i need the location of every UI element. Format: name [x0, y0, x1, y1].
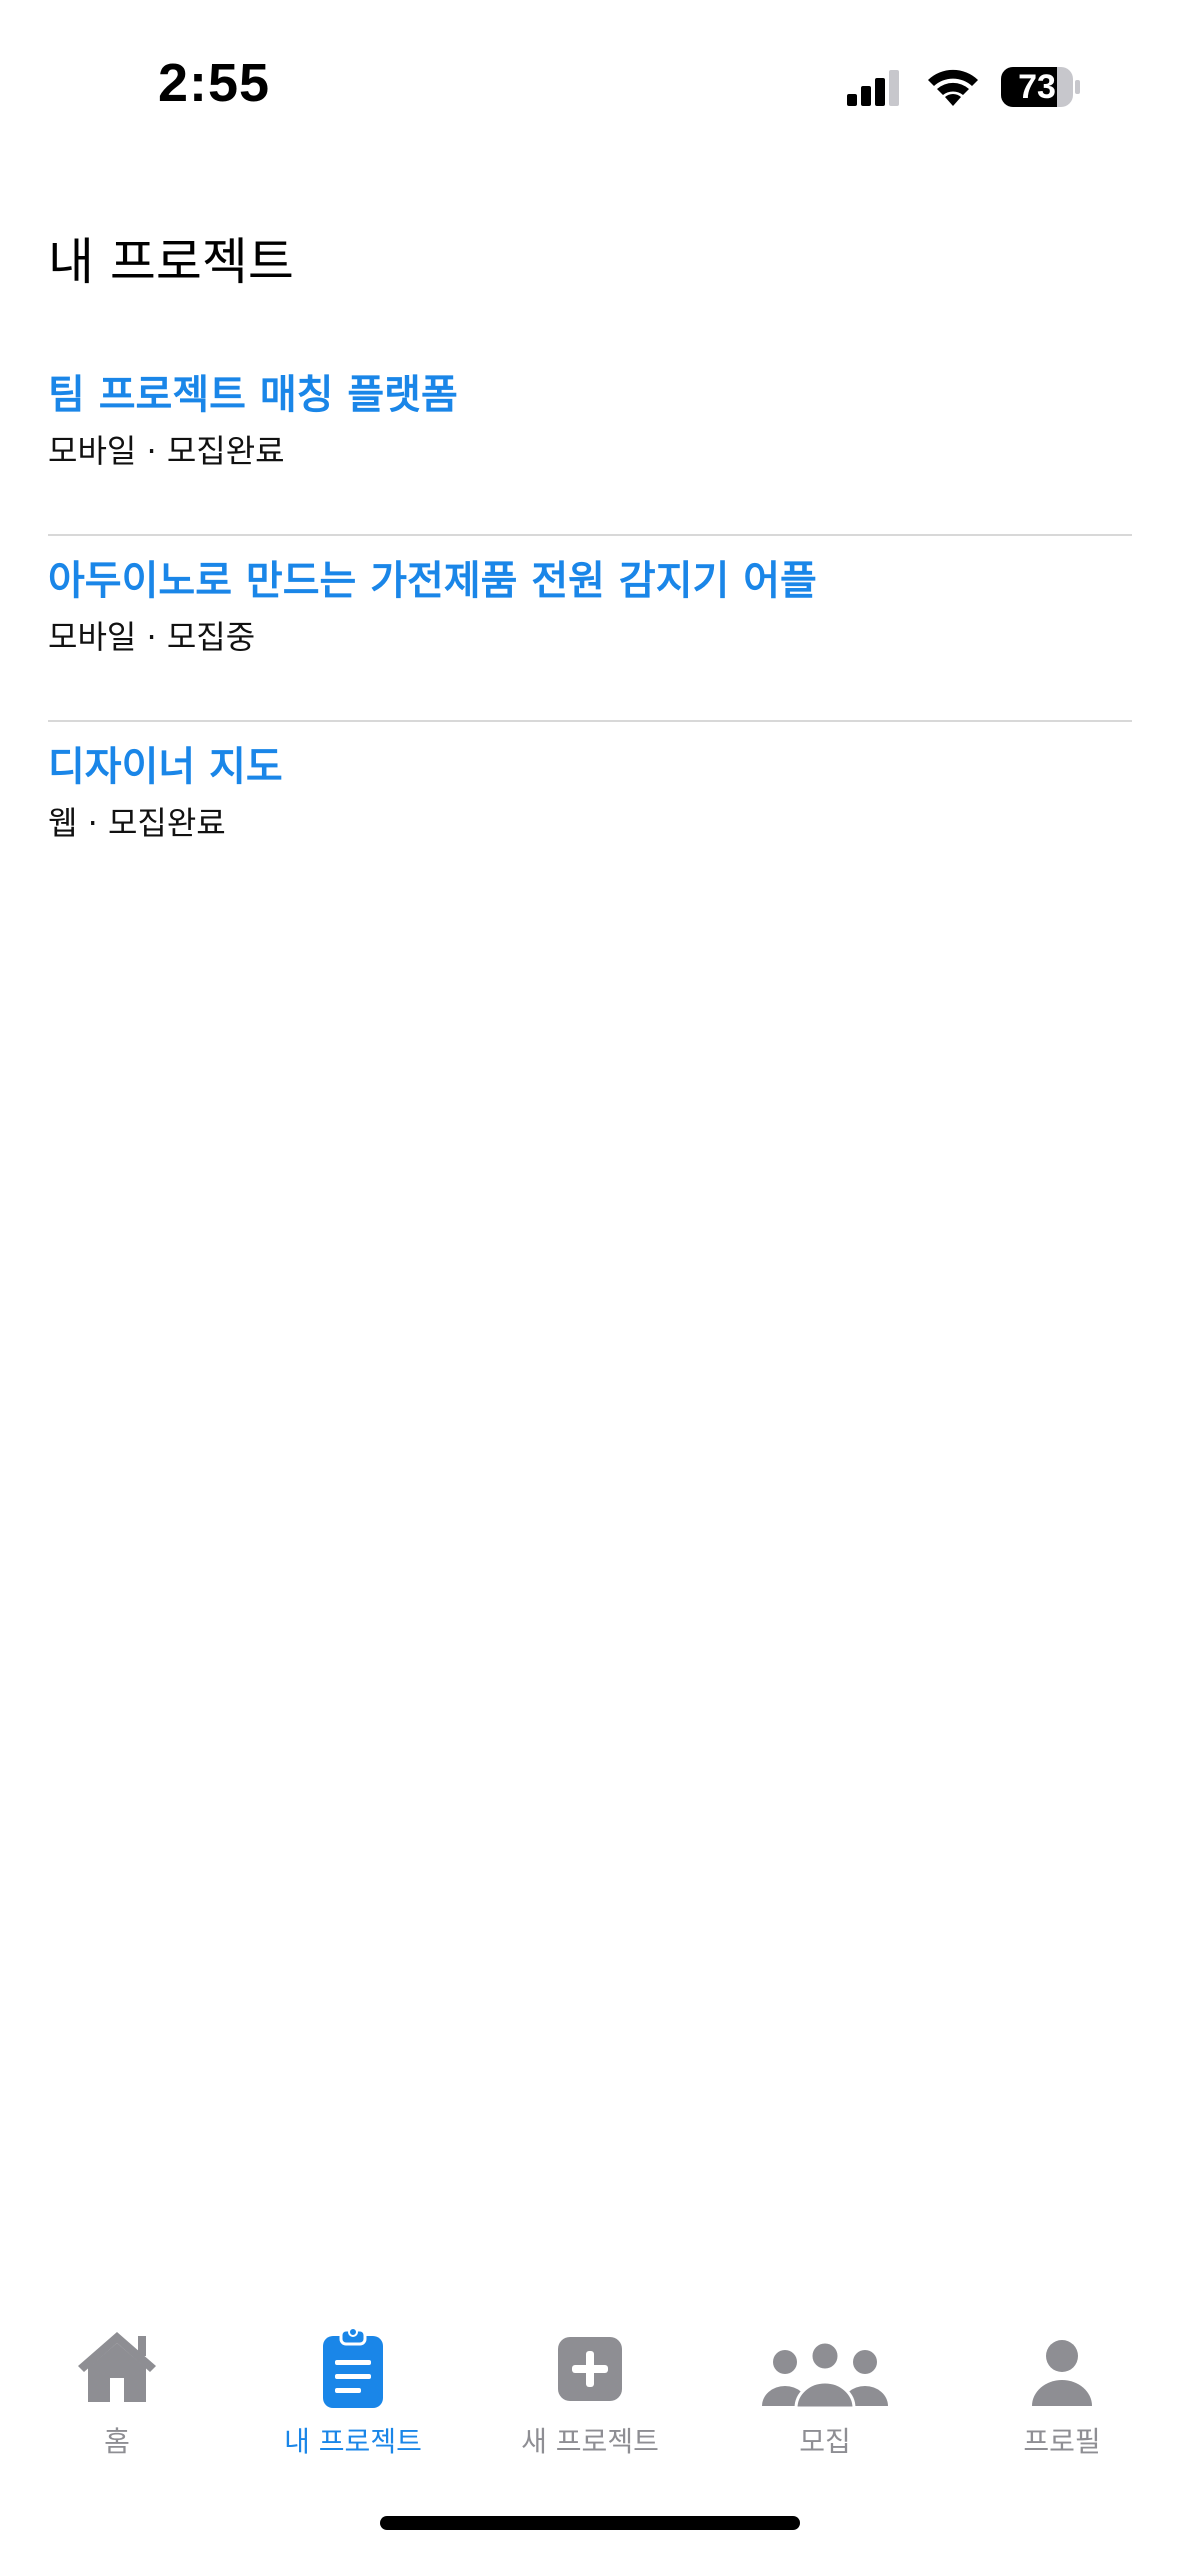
project-list-item[interactable]: 팀 프로젝트 매칭 플랫폼 모바일 · 모집완료 — [48, 350, 1132, 536]
tab-label: 내 프로젝트 — [284, 2425, 422, 2458]
tab-label: 프로필 — [1023, 2425, 1101, 2458]
project-title[interactable]: 팀 프로젝트 매칭 플랫폼 — [48, 362, 458, 420]
project-title[interactable]: 아두이노로 만드는 가전제품 전원 감지기 어플 — [48, 548, 817, 606]
home-indicator[interactable] — [380, 2516, 800, 2530]
tab-profile[interactable]: 프로필 — [962, 2310, 1162, 2460]
project-meta: 모바일 · 모집완료 — [48, 432, 285, 470]
project-list-item[interactable]: 디자이너 지도 웹 · 모집완료 — [48, 722, 1132, 908]
project-meta: 모바일 · 모집중 — [48, 618, 256, 656]
tab-label: 모집 — [799, 2425, 851, 2458]
house-icon — [78, 2332, 156, 2402]
project-meta: 웹 · 모집완료 — [48, 804, 226, 842]
status-bar: 2:55 73 — [0, 0, 1179, 160]
cellular-signal-icon — [847, 70, 899, 106]
clipboard-icon — [323, 2327, 383, 2408]
battery-level: 73 — [1018, 68, 1056, 106]
tab-home[interactable]: 홈 — [17, 2310, 217, 2460]
tab-label: 새 프로젝트 — [521, 2425, 659, 2458]
page-title: 내 프로젝트 — [48, 233, 294, 291]
tab-new-project[interactable]: 새 프로젝트 — [490, 2310, 690, 2460]
tab-my-projects[interactable]: 내 프로젝트 — [253, 2310, 453, 2460]
tab-label: 홈 — [104, 2425, 130, 2458]
tab-recruit[interactable]: 모집 — [725, 2310, 925, 2460]
plus-square-icon — [558, 2337, 622, 2401]
project-list: 팀 프로젝트 매칭 플랫폼 모바일 · 모집완료 아두이노로 만드는 가전제품 … — [48, 350, 1132, 908]
project-title[interactable]: 디자이너 지도 — [48, 734, 283, 792]
status-time: 2:55 — [158, 53, 271, 113]
tab-bar: 홈 내 프로젝트 새 프로젝트 모집 프로필 — [0, 2310, 1179, 2460]
wifi-icon — [928, 69, 978, 106]
people-icon — [762, 2340, 888, 2410]
project-list-item[interactable]: 아두이노로 만드는 가전제품 전원 감지기 어플 모바일 · 모집중 — [48, 536, 1132, 722]
person-icon — [1032, 2340, 1092, 2406]
